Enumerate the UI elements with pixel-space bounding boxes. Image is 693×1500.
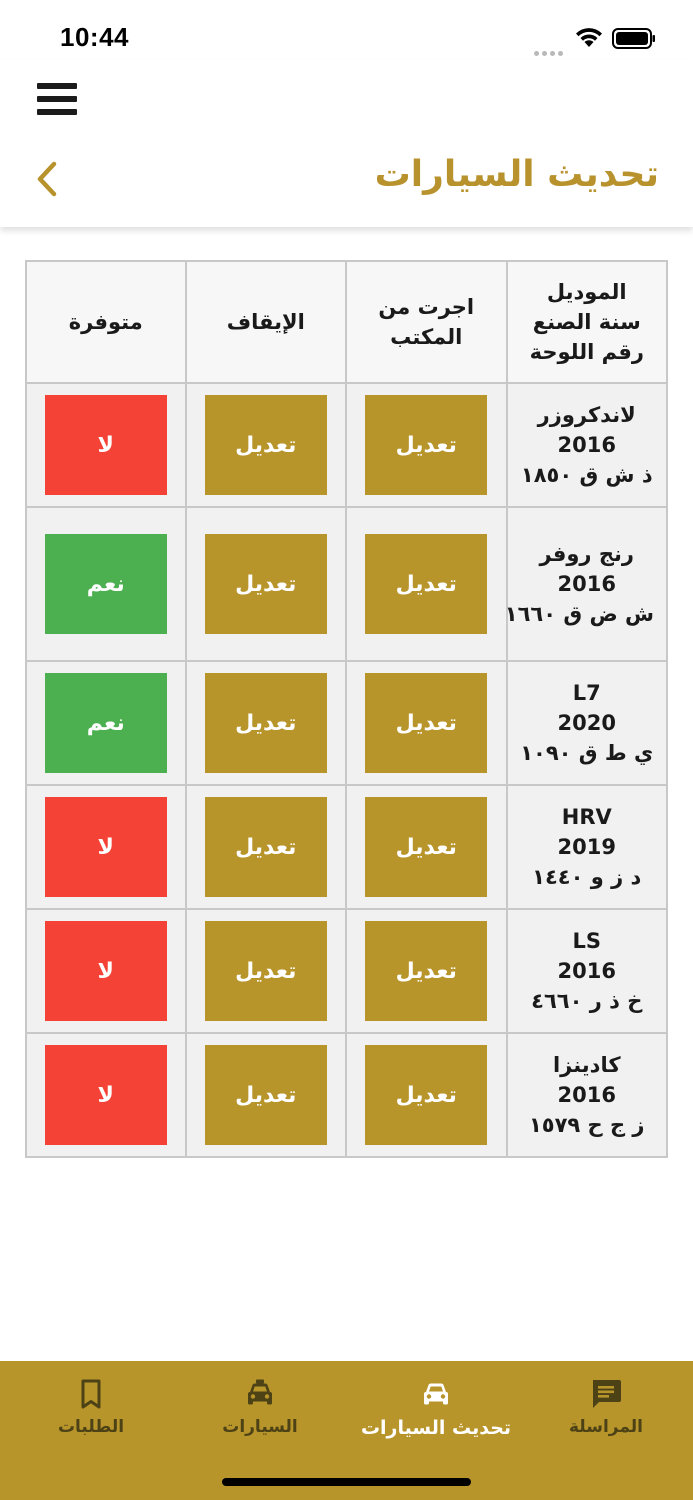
suspension-cell: تعديل [184,908,347,1034]
available-cell: لا [25,382,187,508]
table-row: HRV 2019 د ز و ١٤٤٠ تعديل تعديل لا [25,784,668,910]
car-plate: خ ذ ر ٤٦٦٠ [531,989,643,1013]
car-info-cell: كادينزا 2016 ز ج ح ١٥٧٩ [505,1032,668,1158]
suspension-cell: تعديل [184,1032,347,1158]
car-info-cell: رنج روفر 2016 ش ض ق ١٦٦٠ [504,506,668,662]
suspension-cell: تعديل [184,784,347,910]
car-plate: ز ج ح ١٥٧٩ [528,1113,645,1137]
car-info-cell: لاندكروزر 2016 ذ ش ق ١٨٥٠ [505,382,668,508]
edit-suspension-button[interactable]: تعديل [204,534,327,634]
car-year: 2016 [557,1083,616,1107]
availability-toggle-button[interactable]: لا [44,921,167,1021]
nav-label-requests: الطلبات [57,1417,125,1437]
rented-from-office-cell: تعديل [345,660,508,786]
car-model: LS [572,929,601,953]
car-year: 2016 [557,433,616,457]
rented-from-office-cell: تعديل [345,506,508,662]
chat-icon [593,1380,621,1408]
car-info-cell: L7 2020 ي ط ق ١٠٩٠ [505,660,668,786]
nav-label-messages: المراسلة [569,1417,643,1437]
car-model: لاندكروزر [537,403,636,427]
edit-suspension-button[interactable]: تعديل [204,673,327,773]
car-model: L7 [572,681,601,705]
home-indicator [222,1478,471,1486]
car-model: HRV [561,805,612,829]
back-chevron-icon[interactable] [30,158,66,200]
edit-suspension-button[interactable]: تعديل [204,1045,327,1145]
availability-toggle-button[interactable]: لا [44,797,167,897]
nav-item-update-cars[interactable]: تحديث السيارات [351,1377,521,1439]
car-model: رنج روفر [539,542,634,566]
edit-suspension-button[interactable]: تعديل [204,395,327,495]
availability-toggle-button[interactable]: لا [44,395,167,495]
rented-from-office-cell: تعديل [345,908,508,1034]
rented-from-office-cell: تعديل [345,784,508,910]
edit-rented-from-office-button[interactable]: تعديل [365,673,488,773]
car-icon [424,1383,448,1405]
car-plate: د ز و ١٤٤٠ [532,865,642,889]
edit-suspension-button[interactable]: تعديل [204,921,327,1021]
car-year: 2020 [557,711,616,735]
nav-label-cars: السيارات [222,1417,298,1437]
suspension-cell: تعديل [184,506,347,662]
car-info: لاندكروزر 2016 ذ ش ق ١٨٥٠ [508,400,667,490]
car-plate: ذ ش ق ١٨٥٠ [520,463,653,487]
available-cell: نعم [25,506,187,662]
available-cell: لا [25,784,187,910]
rented-from-office-cell: تعديل [345,382,508,508]
table-row: LS 2016 خ ذ ر ٤٦٦٠ تعديل تعديل لا [25,908,668,1034]
edit-rented-from-office-button[interactable]: تعديل [365,1045,488,1145]
car-info: كادينزا 2016 ز ج ح ١٥٧٩ [508,1050,667,1140]
table-row: رنج روفر 2016 ش ض ق ١٦٦٠ تعديل تعديل نعم [25,506,668,662]
wifi-icon [576,28,602,47]
car-year: 2016 [557,572,616,596]
car-plate: ي ط ق ١٠٩٠ [520,741,654,765]
header-available: متوفرة [25,260,187,384]
nav-item-messages[interactable]: المراسلة [521,1377,691,1437]
nav-item-requests[interactable]: الطلبات [6,1377,176,1437]
battery-icon [612,28,655,49]
car-year: 2016 [557,959,616,983]
nav-item-cars[interactable]: السيارات [175,1377,345,1437]
car-info-cell: HRV 2019 د ز و ١٤٤٠ [505,784,668,910]
cars-table: الموديل سنة الصنع رقم اللوحة اجرت من الم… [25,260,668,1158]
rented-from-office-cell: تعديل [345,1032,508,1158]
edit-suspension-button[interactable]: تعديل [204,797,327,897]
suspension-cell: تعديل [184,382,347,508]
car-plate: ش ض ق ١٦٦٠ [504,602,654,626]
availability-toggle-button[interactable]: نعم [44,673,167,773]
app-header: تحديث السيارات [0,60,693,227]
edit-rented-from-office-button[interactable]: تعديل [365,921,488,1021]
table-row: لاندكروزر 2016 ذ ش ق ١٨٥٠ تعديل تعديل لا [25,382,668,508]
availability-toggle-button[interactable]: لا [44,1045,167,1145]
header-rented-from-office: اجرت من المكتب [345,260,508,384]
availability-toggle-button[interactable]: نعم [44,534,167,634]
table-header-row: الموديل سنة الصنع رقم اللوحة اجرت من الم… [25,260,668,384]
car-info: رنج روفر 2016 ش ض ق ١٦٦٠ [504,539,667,629]
page-title: تحديث السيارات [374,154,659,195]
nav-label-update-cars: تحديث السيارات [360,1417,512,1439]
table-row: كادينزا 2016 ز ج ح ١٥٧٩ تعديل تعديل لا [25,1032,668,1158]
edit-rented-from-office-button[interactable]: تعديل [365,395,488,495]
hamburger-menu-icon[interactable] [37,81,77,117]
available-cell: نعم [25,660,187,786]
header-model-year-plate: الموديل سنة الصنع رقم اللوحة [505,260,668,384]
table-row: L7 2020 ي ط ق ١٠٩٠ تعديل تعديل نعم [25,660,668,786]
status-time: 10:44 [60,22,129,52]
car-info: LS 2016 خ ذ ر ٤٦٦٠ [508,926,667,1016]
suspension-cell: تعديل [184,660,347,786]
bookmark-icon [81,1379,101,1409]
available-cell: لا [25,908,187,1034]
car-info: L7 2020 ي ط ق ١٠٩٠ [508,678,667,768]
car-year: 2019 [557,835,616,859]
car-model: كادينزا [552,1053,621,1077]
header-suspension: الإيقاف [184,260,347,384]
edit-rented-from-office-button[interactable]: تعديل [365,534,488,634]
available-cell: لا [25,1032,187,1158]
car-info: HRV 2019 د ز و ١٤٤٠ [508,802,667,892]
edit-rented-from-office-button[interactable]: تعديل [365,797,488,897]
car-info-cell: LS 2016 خ ذ ر ٤٦٦٠ [505,908,668,1034]
signal-icon [534,41,566,56]
taxi-icon [248,1379,272,1405]
